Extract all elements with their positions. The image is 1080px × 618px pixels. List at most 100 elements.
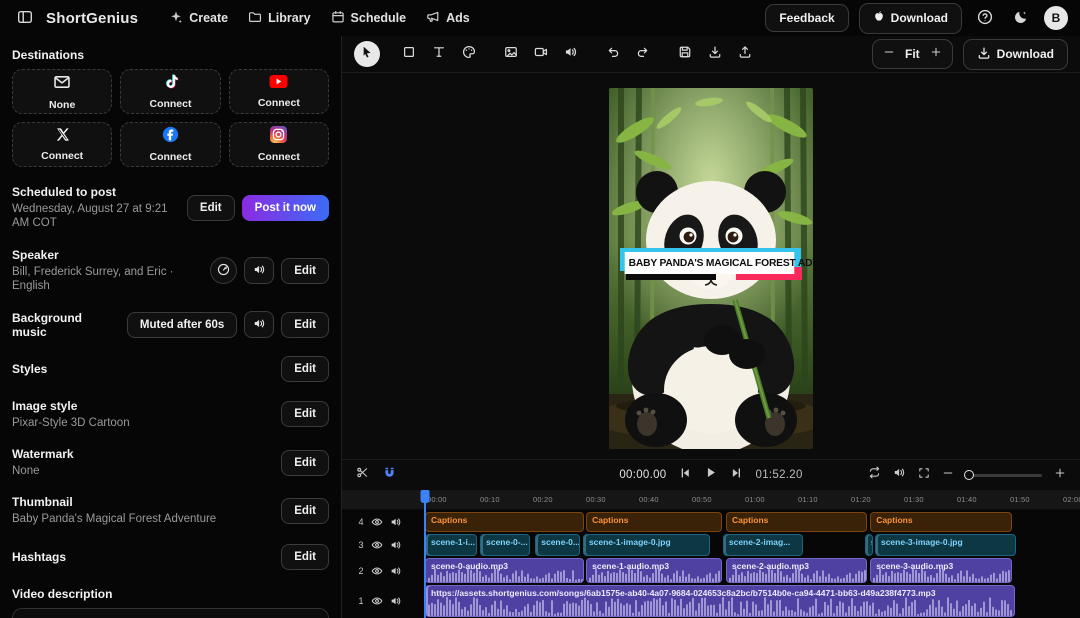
save-tool-button[interactable] — [672, 41, 698, 67]
text-tool-button[interactable] — [426, 41, 452, 67]
minus-icon — [942, 466, 954, 484]
speaker-volume-button[interactable] — [244, 257, 274, 284]
track-mute-button[interactable] — [390, 565, 402, 577]
feedback-button[interactable]: Feedback — [765, 4, 848, 32]
avatar[interactable]: B — [1044, 6, 1068, 30]
music-edit-button[interactable]: Edit — [281, 312, 329, 338]
destination-card-youtube[interactable]: Connect — [229, 69, 329, 114]
destination-card-x[interactable]: Connect — [12, 122, 112, 167]
post-it-now-button[interactable]: Post it now — [242, 195, 329, 221]
hashtags-section: Hashtags Edit — [12, 544, 329, 570]
destination-card-email[interactable]: None — [12, 69, 112, 114]
speaker-edit-button[interactable]: Edit — [281, 258, 329, 284]
nav-item-library[interactable]: Library — [239, 5, 319, 32]
ruler-tick-label: 00:20 — [533, 495, 553, 504]
images-clip[interactable]: scene-3-image-0.jpg — [875, 534, 1016, 556]
track-visibility-button[interactable] — [371, 539, 383, 551]
audio-clip[interactable]: scene-1-audio.mp3 — [586, 558, 722, 583]
music-volume-button[interactable] — [244, 311, 274, 338]
track-visibility-button[interactable] — [371, 595, 383, 607]
brand-logo[interactable]: ShortGenius — [46, 10, 138, 27]
destination-card-tiktok[interactable]: Connect — [120, 69, 220, 114]
download-tray-icon — [708, 45, 722, 64]
cut-button[interactable] — [356, 466, 369, 484]
video-tool-button[interactable] — [528, 41, 554, 67]
destination-card-instagram[interactable]: Connect — [229, 122, 329, 167]
snap-magnet-button[interactable] — [383, 466, 396, 484]
captions-clip[interactable]: Captions — [586, 512, 722, 532]
timeline-zoom-in-button[interactable] — [1054, 466, 1066, 484]
captions-clip[interactable]: Captions — [870, 512, 1012, 532]
thumbnail-edit-button[interactable]: Edit — [281, 498, 329, 524]
images-clip[interactable]: scene-1-image-0.jpg — [583, 534, 710, 556]
export-download-button[interactable]: Download — [963, 39, 1068, 70]
audio-clip[interactable]: scene-2-audio.mp3 — [726, 558, 867, 583]
track-mute-button[interactable] — [390, 539, 402, 551]
playhead[interactable] — [424, 490, 426, 618]
loop-button[interactable] — [868, 466, 881, 484]
volume-icon — [253, 317, 266, 333]
music-clip[interactable]: https://assets.shortgenius.com/songs/6ab… — [425, 585, 1015, 617]
track-mute-button[interactable] — [390, 595, 402, 607]
scheduled-edit-button[interactable]: Edit — [187, 195, 235, 221]
track-visibility-button[interactable] — [371, 565, 383, 577]
audio-clip[interactable]: scene-3-audio.mp3 — [870, 558, 1012, 583]
fullscreen-button[interactable] — [918, 466, 930, 484]
zoom-out-button[interactable] — [883, 45, 895, 63]
square-tool-button[interactable] — [396, 41, 422, 67]
image-style-edit-button[interactable]: Edit — [281, 401, 329, 427]
app-download-button[interactable]: Download — [859, 3, 962, 34]
video-description-input[interactable] — [12, 608, 329, 618]
timeline-ruler[interactable]: 00:0000:1000:2000:3000:4000:5001:0001:10… — [342, 490, 1080, 510]
speaker-title: Speaker — [12, 248, 202, 262]
captions-clip[interactable]: Captions — [425, 512, 584, 532]
image-tool-button[interactable] — [498, 41, 524, 67]
nav-item-schedule[interactable]: Schedule — [322, 5, 416, 32]
captions-clip[interactable]: Captions — [726, 512, 867, 532]
preview-image[interactable]: BABY PANDA'S MAGICAL FOREST ADVENTURE — [609, 88, 813, 449]
destinations-label: Destinations — [12, 48, 329, 62]
playhead-handle[interactable] — [421, 490, 430, 503]
images-clip[interactable]: scene-0-... — [480, 534, 530, 556]
audio-clip[interactable]: scene-0-audio.mp3 — [425, 558, 584, 583]
theme-toggle-button[interactable] — [1008, 5, 1034, 31]
track-visibility-button[interactable] — [371, 516, 383, 528]
zoom-in-button[interactable] — [930, 45, 942, 63]
upload-tool-button[interactable] — [732, 41, 758, 67]
timeline-zoom-slider[interactable] — [966, 474, 1042, 477]
audio-tool-button[interactable] — [558, 41, 584, 67]
track-mute-button[interactable] — [390, 516, 402, 528]
images-clip[interactable]: scene-0... — [535, 534, 580, 556]
undo-tool-button[interactable] — [600, 41, 626, 67]
hashtags-edit-button[interactable]: Edit — [281, 544, 329, 570]
help-button[interactable] — [972, 5, 998, 31]
styles-edit-button[interactable]: Edit — [281, 356, 329, 382]
title-banner[interactable]: BABY PANDA'S MAGICAL FOREST ADVENTURE — [623, 252, 796, 274]
palette-tool-button[interactable] — [456, 41, 482, 67]
email-icon — [53, 73, 71, 96]
thumbnail-subtitle: Baby Panda's Magical Forest Adventure — [12, 512, 216, 526]
redo-tool-button[interactable] — [630, 41, 656, 67]
nav-item-ads[interactable]: Ads — [417, 5, 479, 32]
slider-knob[interactable] — [964, 470, 974, 480]
fit-button[interactable]: Fit — [905, 47, 920, 61]
mute-button[interactable] — [893, 466, 906, 484]
music-muted-button[interactable]: Muted after 60s — [127, 312, 237, 338]
download-tray-tool-button[interactable] — [702, 41, 728, 67]
skip-forward-button[interactable] — [731, 466, 743, 484]
apple-icon — [873, 10, 885, 27]
images-clip[interactable]: scene-2-imag... — [723, 534, 803, 556]
sidebar-toggle-button[interactable] — [12, 5, 38, 31]
cursor-tool-button[interactable] — [354, 41, 380, 67]
destination-card-facebook[interactable]: Connect — [120, 122, 220, 167]
nav-item-create[interactable]: Create — [160, 5, 237, 32]
images-clip[interactable]: scene-1-i... — [425, 534, 477, 556]
timeline-zoom-out-button[interactable] — [942, 466, 954, 484]
ruler-tick-label: 00:50 — [692, 495, 712, 504]
watermark-edit-button[interactable]: Edit — [281, 450, 329, 476]
images-clip[interactable]: s — [865, 534, 873, 556]
top-navbar: ShortGenius CreateLibraryScheduleAds Fee… — [0, 0, 1080, 36]
speaker-speed-button[interactable] — [210, 257, 237, 284]
skip-back-button[interactable] — [680, 466, 692, 484]
play-button[interactable] — [705, 466, 718, 484]
